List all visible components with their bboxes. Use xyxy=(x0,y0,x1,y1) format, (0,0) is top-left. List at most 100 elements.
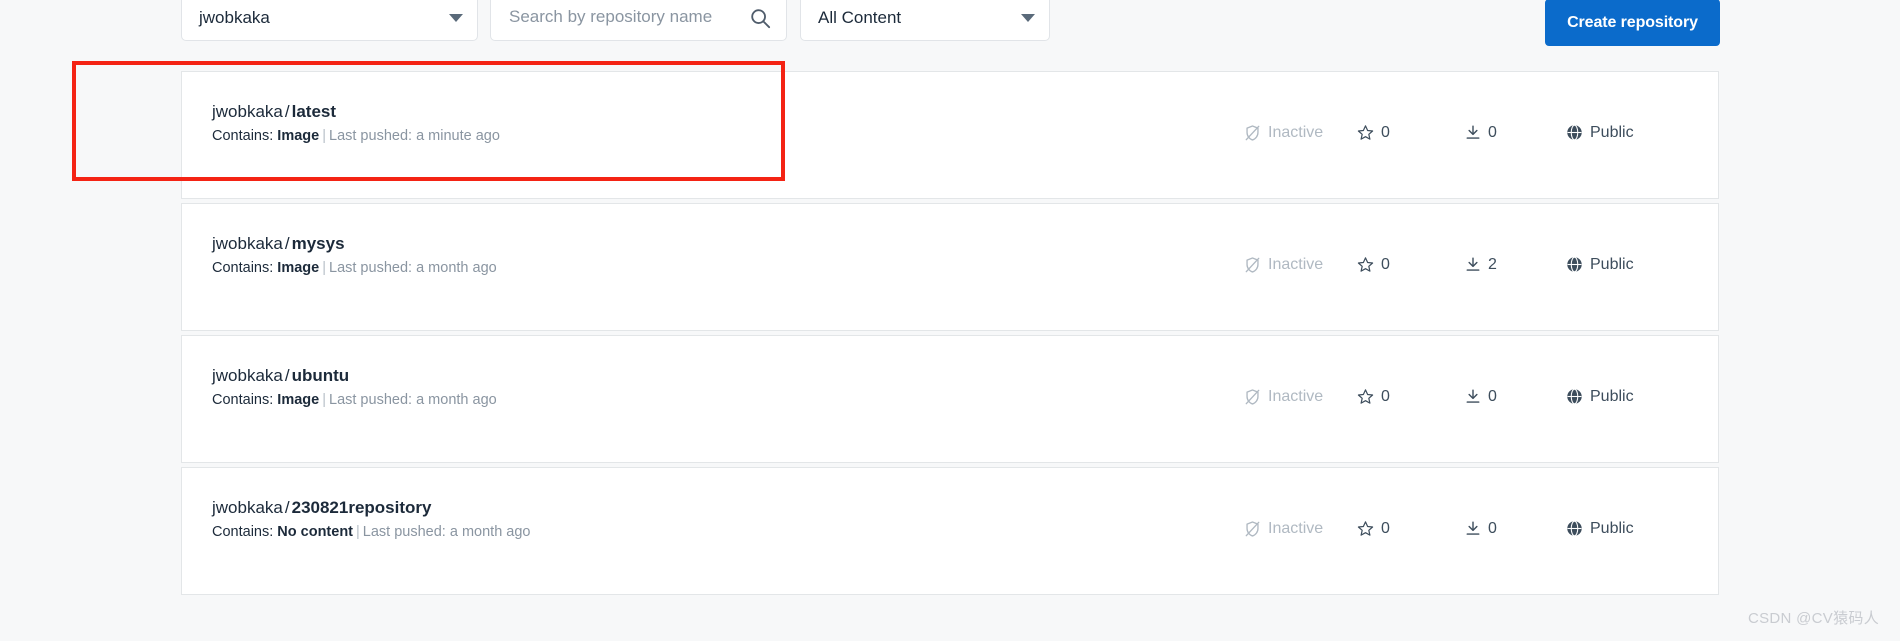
last-pushed-label: Last pushed: xyxy=(362,524,446,540)
repository-info: jwobkaka / mysys Contains: Image | Last pushe… xyxy=(212,233,497,278)
pulls-count: 0 xyxy=(1465,124,1497,141)
repository-namespace: jwobkaka xyxy=(212,102,283,121)
contains-value: Image xyxy=(277,392,320,408)
repository-namespace: jwobkaka xyxy=(212,498,283,517)
visibility-badge: Public xyxy=(1566,388,1634,405)
repository-namespace: jwobkaka xyxy=(212,234,283,253)
repository-title[interactable]: jwobkaka/230821repository xyxy=(212,497,531,519)
globe-icon xyxy=(1567,520,1582,537)
repository-title[interactable]: jwobkaka / latest xyxy=(212,101,500,123)
contains-label: Contains: xyxy=(212,128,274,144)
repository-meta: Contains: Image | Last pushed: a month ago xyxy=(212,390,497,410)
visibility-label: Public xyxy=(1590,255,1634,273)
chevron-down-icon xyxy=(1021,13,1035,22)
stars-count: 0 xyxy=(1357,388,1390,405)
status-label: Inactive xyxy=(1268,124,1324,141)
repository-name: ubuntu xyxy=(291,366,350,385)
contains-value: Image xyxy=(277,260,320,276)
last-pushed-label: Last pushed: xyxy=(329,392,413,408)
status-label: Inactive xyxy=(1268,388,1324,405)
contains-label: Contains: xyxy=(212,392,274,408)
globe-icon xyxy=(1567,124,1582,141)
toolbar: jwobkaka All Content Create repository xyxy=(0,0,1900,46)
pulls-count: 0 xyxy=(1465,388,1497,405)
last-pushed-label: Last pushed: xyxy=(329,128,413,144)
pulls-value: 2 xyxy=(1488,255,1497,273)
repository-name-separator: / xyxy=(284,234,290,253)
star-icon xyxy=(1357,521,1374,536)
create-repository-button[interactable]: Create repository xyxy=(1545,0,1720,46)
repository-name: mysys xyxy=(291,234,345,253)
stars-count: 0 xyxy=(1357,124,1390,141)
meta-separator: | xyxy=(322,392,326,408)
visibility-label: Public xyxy=(1590,123,1634,141)
watermark: CSDN @CV猿码人 xyxy=(1747,610,1879,627)
stars-value: 0 xyxy=(1381,387,1390,405)
last-pushed-value: a month ago xyxy=(416,260,497,276)
repository-namespace: jwobkaka xyxy=(212,366,283,385)
repository-card[interactable]: jwobkaka / mysys Contains: Image | Last pushe… xyxy=(181,203,1719,331)
last-pushed-value: a month ago xyxy=(449,524,531,540)
download-icon xyxy=(1466,389,1480,403)
status-badge: Inactive xyxy=(1244,520,1323,538)
contains-label: Contains: xyxy=(212,260,274,276)
visibility-label: Public xyxy=(1590,387,1634,405)
contains-value: Image xyxy=(277,128,320,144)
globe-icon xyxy=(1567,256,1582,273)
last-pushed-label: Last pushed: xyxy=(329,260,413,276)
repository-title[interactable]: jwobkaka / ubuntu xyxy=(212,365,497,387)
repository-card[interactable]: jwobkaka / ubuntu Contains: Image | Last push… xyxy=(181,335,1719,463)
stars-value: 0 xyxy=(1381,123,1390,141)
meta-separator: | xyxy=(322,128,326,144)
stars-count: 0 xyxy=(1357,256,1390,273)
repository-name: latest xyxy=(291,102,337,121)
repository-name: 230821repository xyxy=(291,498,432,517)
meta-separator: | xyxy=(356,524,360,540)
repository-name-separator: / xyxy=(284,102,290,121)
shield-off-icon xyxy=(1245,257,1260,273)
namespace-dropdown[interactable]: jwobkaka xyxy=(181,0,478,41)
shield-off-icon xyxy=(1245,521,1260,537)
chevron-down-icon xyxy=(449,13,463,22)
repository-name-separator: / xyxy=(284,498,290,517)
repository-card[interactable]: jwobkaka/230821repository Contains: No co… xyxy=(181,467,1719,595)
content-filter-dropdown[interactable]: All Content xyxy=(800,0,1050,41)
meta-separator: | xyxy=(322,260,326,276)
star-icon xyxy=(1357,257,1374,272)
pulls-value: 0 xyxy=(1488,387,1497,405)
repository-meta: Contains: Image | Last pushed: a month ago xyxy=(212,258,497,278)
visibility-badge: Public xyxy=(1566,520,1634,537)
search-icon[interactable] xyxy=(749,7,771,29)
star-icon xyxy=(1357,125,1374,140)
repository-card[interactable]: jwobkaka / latest Contains: Image | Last push… xyxy=(181,71,1719,199)
repository-name-separator: / xyxy=(284,366,290,385)
visibility-badge: Public xyxy=(1566,256,1634,273)
stars-value: 0 xyxy=(1381,255,1390,273)
repository-info: jwobkaka / ubuntu Contains: Image | Last push… xyxy=(212,365,497,410)
repository-title[interactable]: jwobkaka / mysys xyxy=(212,233,497,255)
repository-info: jwobkaka / latest Contains: Image | Last push… xyxy=(212,101,500,146)
contains-label: Contains: xyxy=(212,524,274,540)
search-input[interactable] xyxy=(509,7,749,28)
repository-list: jwobkaka / latest Contains: Image | Last push… xyxy=(181,71,1719,599)
contains-value: No content xyxy=(277,524,354,540)
content-filter-value: All Content xyxy=(818,7,902,27)
namespace-dropdown-value: jwobkaka xyxy=(199,7,270,27)
visibility-badge: Public xyxy=(1566,124,1634,141)
stars-count: 0 xyxy=(1357,520,1390,537)
repository-info: jwobkaka/230821repository Contains: No co… xyxy=(212,497,531,542)
pulls-value: 0 xyxy=(1488,123,1497,141)
shield-off-icon xyxy=(1245,389,1260,405)
globe-icon xyxy=(1567,388,1582,405)
status-label: Inactive xyxy=(1268,520,1324,537)
download-icon xyxy=(1466,521,1480,535)
download-icon xyxy=(1466,257,1480,271)
repository-meta: Contains: Image | Last pushed: a minute ag… xyxy=(212,126,500,146)
visibility-label: Public xyxy=(1590,519,1634,537)
status-badge: Inactive xyxy=(1244,256,1323,274)
repository-meta: Contains: No content | Last pushed: a mont… xyxy=(212,522,531,542)
last-pushed-value: a month ago xyxy=(416,392,497,408)
search-field[interactable] xyxy=(490,0,787,41)
stars-value: 0 xyxy=(1381,519,1390,537)
star-icon xyxy=(1357,389,1374,404)
